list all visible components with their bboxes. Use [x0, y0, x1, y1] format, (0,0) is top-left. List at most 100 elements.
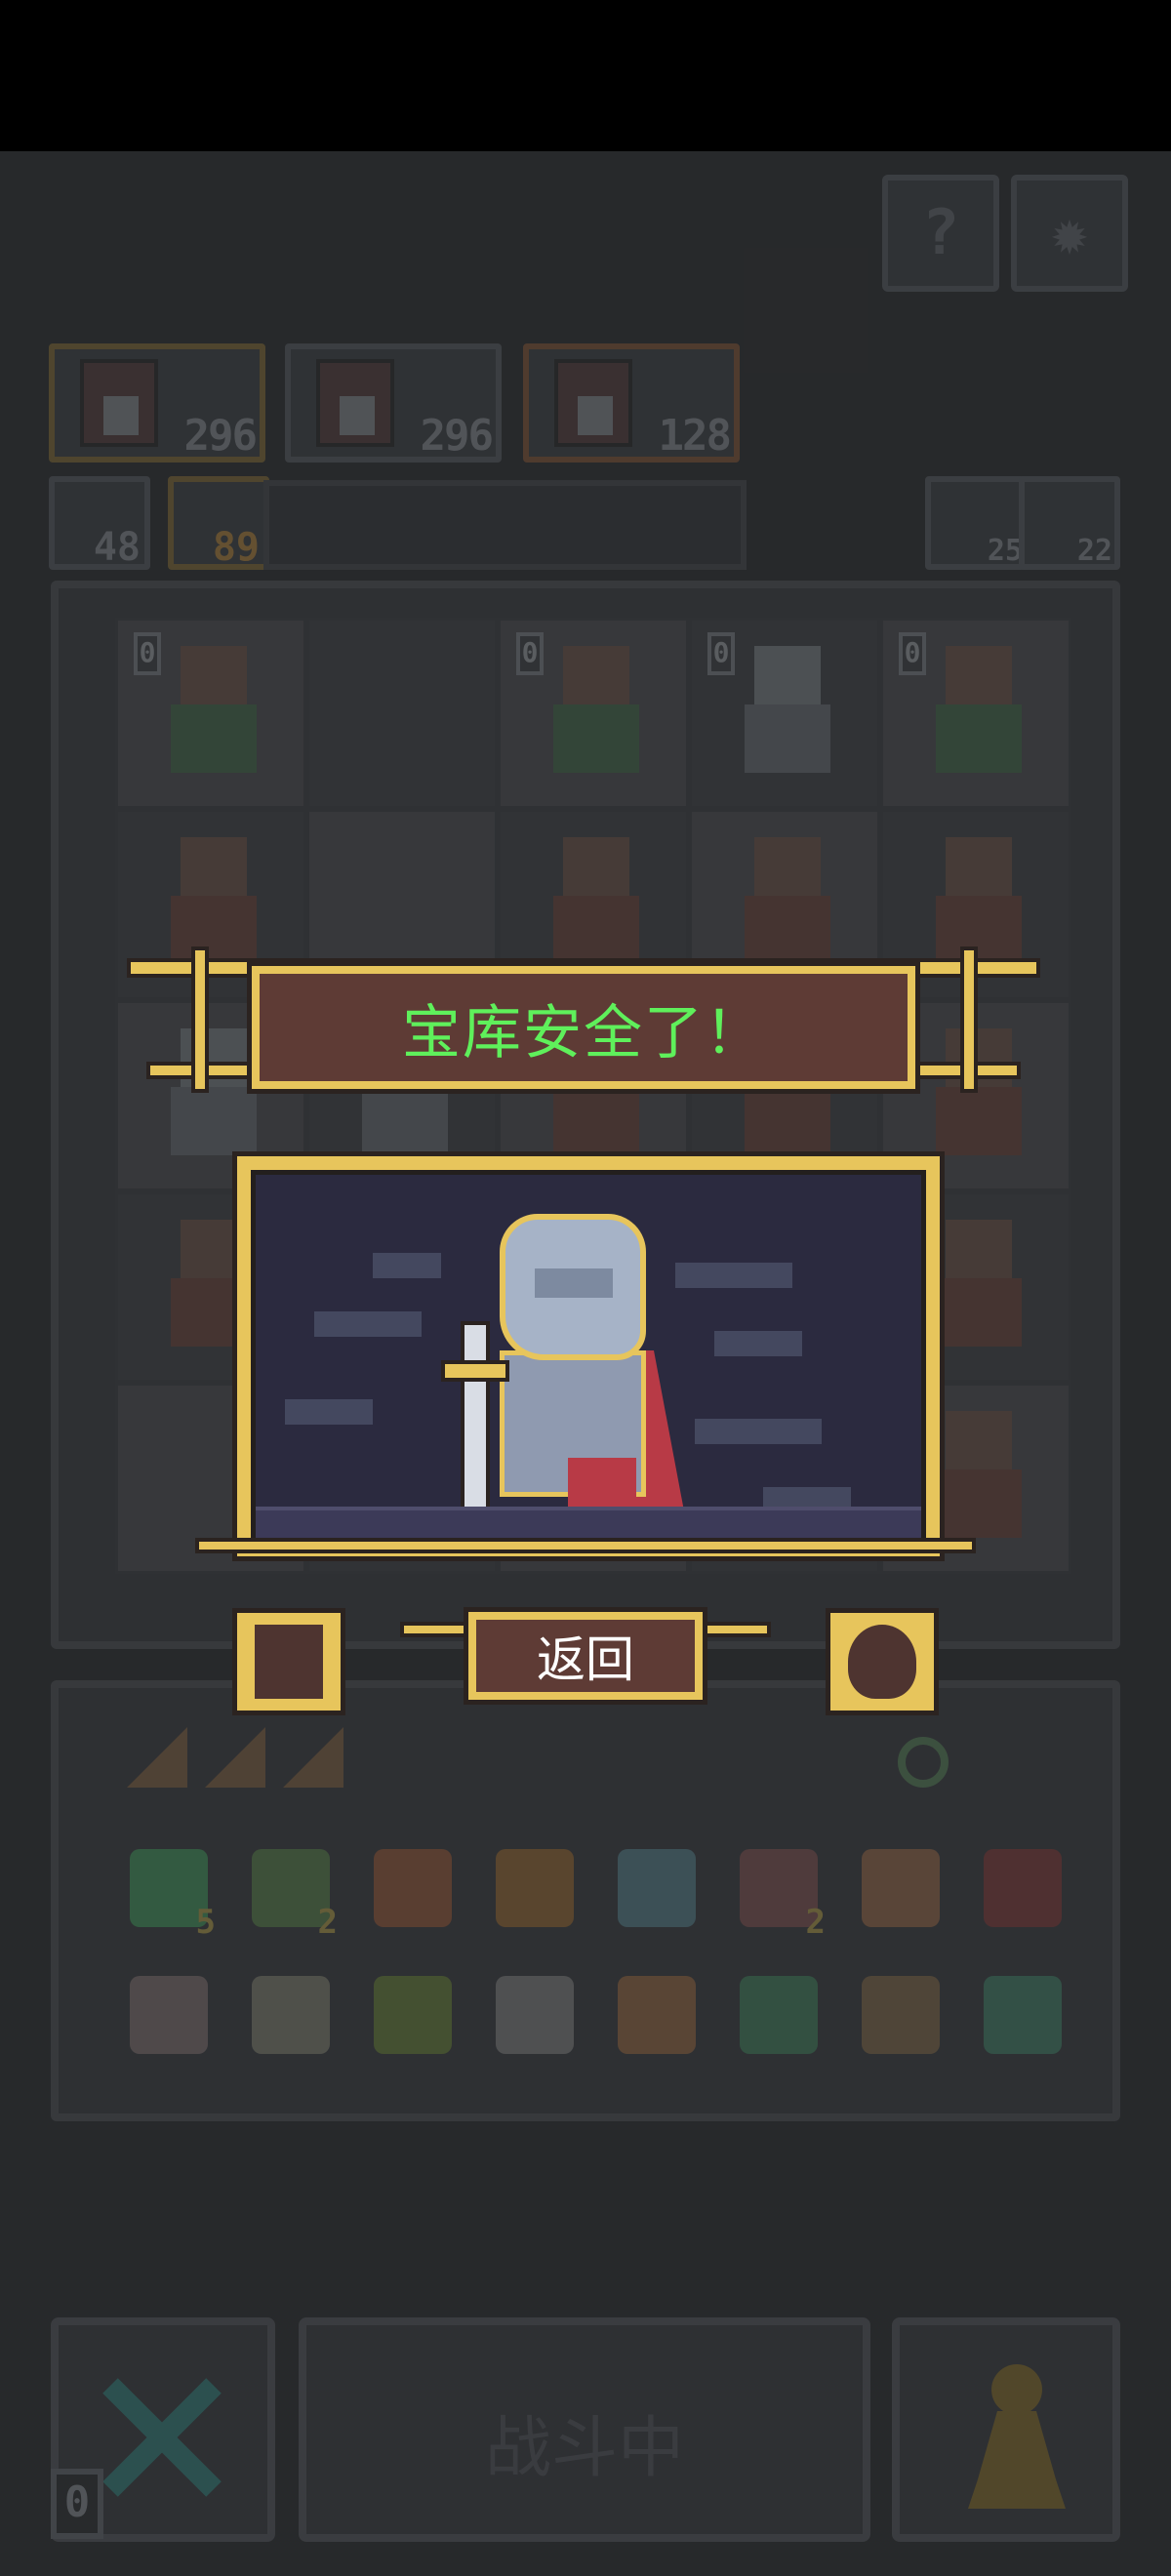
- question-icon: ?: [921, 197, 960, 269]
- unit-level-badge: 0: [707, 632, 735, 675]
- tail-icon: [617, 1976, 696, 2054]
- tray-item[interactable]: [839, 1952, 961, 2078]
- flower-icon: [495, 1849, 574, 1927]
- help-button[interactable]: ?: [882, 175, 999, 292]
- key-resource[interactable]: 48: [49, 476, 150, 570]
- item-count: 2: [805, 1903, 826, 1942]
- pawn-button[interactable]: [892, 2317, 1120, 2542]
- hero-card-1[interactable]: 296: [49, 343, 265, 463]
- potion-icon: [129, 1976, 208, 2054]
- wall-brick: [314, 1311, 422, 1337]
- tray-item[interactable]: 5: [107, 1825, 229, 1952]
- tray-item[interactable]: [595, 1952, 717, 2078]
- tray-header: [88, 1708, 1093, 1795]
- tray-item[interactable]: [107, 1952, 229, 2078]
- unit-icon: [737, 646, 838, 783]
- back-button[interactable]: 返回: [468, 1612, 703, 1700]
- scene-frame: [232, 1151, 945, 1561]
- frame-post-left: [191, 946, 209, 1093]
- key-count: 48: [93, 525, 141, 570]
- unit-icon: [928, 1028, 1030, 1165]
- knight-icon: [422, 1214, 685, 1526]
- knight-scene: [251, 1170, 926, 1543]
- unit-icon: [928, 646, 1030, 783]
- mushroom-icon: [495, 1976, 574, 2054]
- tray-item[interactable]: [473, 1952, 595, 2078]
- shield-icon: [373, 1849, 452, 1927]
- portrait-icon: [617, 1849, 696, 1927]
- close-icon: [98, 2374, 224, 2501]
- inventory-tray: 5 2 2: [51, 1680, 1120, 2121]
- unit-level-badge: 0: [899, 632, 926, 675]
- unit-icon: [928, 837, 1030, 974]
- settings-button[interactable]: ✹: [1011, 175, 1128, 292]
- scroll-icon: [861, 1976, 940, 2054]
- tray-item[interactable]: [961, 1825, 1083, 1952]
- pawn-icon: [958, 2364, 1075, 2511]
- wall-brick: [695, 1419, 822, 1444]
- tray-item[interactable]: [961, 1952, 1083, 2078]
- hero-count: 296: [420, 411, 494, 461]
- board-cell[interactable]: 0: [115, 618, 306, 809]
- board-cell[interactable]: [306, 618, 498, 809]
- undo-button[interactable]: 25: [925, 476, 1030, 570]
- gem-action-button[interactable]: [826, 1608, 939, 1715]
- unit-level-badge: 0: [516, 632, 544, 675]
- units-count: 22: [1076, 534, 1112, 568]
- slot-marker-icon: [205, 1727, 265, 1788]
- hero-count: 296: [183, 411, 258, 461]
- wall-brick: [675, 1263, 792, 1288]
- item-count: 5: [195, 1903, 216, 1942]
- hero-portrait: [316, 359, 394, 447]
- tray-item[interactable]: 2: [717, 1825, 839, 1952]
- tray-item[interactable]: [229, 1952, 351, 2078]
- back-label: 返回: [537, 1631, 634, 1688]
- wall-brick: [285, 1399, 373, 1425]
- claw-icon: [861, 1849, 940, 1927]
- battle-label: 战斗中: [484, 2410, 684, 2487]
- popup-title: 宝库安全了！: [402, 998, 765, 1067]
- title-plate: 宝库安全了！: [252, 966, 915, 1089]
- frame-base: [195, 1538, 976, 1553]
- tray-item[interactable]: [351, 1952, 473, 2078]
- tray-item[interactable]: [595, 1825, 717, 1952]
- counter-badge: 0: [51, 2469, 103, 2539]
- fox-count: 89: [212, 525, 260, 570]
- board-cell[interactable]: 0: [498, 618, 689, 809]
- pawn-icon: [255, 1625, 323, 1699]
- orb-icon: [983, 1976, 1062, 2054]
- hero-portrait: [554, 359, 632, 447]
- wall-brick: [714, 1331, 802, 1356]
- gear-icon: ✹: [1050, 197, 1089, 269]
- tray-item[interactable]: [717, 1952, 839, 2078]
- battle-button[interactable]: 战斗中: [299, 2317, 870, 2542]
- tray-item[interactable]: 2: [229, 1825, 351, 1952]
- unit-icon: [163, 646, 264, 783]
- board-cell[interactable]: 0: [689, 618, 880, 809]
- tray-item[interactable]: [473, 1825, 595, 1952]
- hero-count: 128: [658, 411, 732, 461]
- board-cell[interactable]: 0: [880, 618, 1071, 809]
- undo-count: 25: [987, 534, 1023, 568]
- bowl-icon: [373, 1976, 452, 2054]
- scene-floor: [256, 1507, 921, 1538]
- slot-marker-icon: [127, 1727, 187, 1788]
- fox-resource[interactable]: 89: [168, 476, 269, 570]
- tray-item[interactable]: [351, 1825, 473, 1952]
- pawn-action-button[interactable]: [232, 1608, 345, 1715]
- hero-portrait: [80, 359, 158, 447]
- hero-card-3[interactable]: 128: [523, 343, 740, 463]
- slot-marker-icon: [283, 1727, 343, 1788]
- gem-icon: [848, 1625, 916, 1699]
- hero-card-2[interactable]: 296: [285, 343, 502, 463]
- unit-icon: [545, 837, 647, 974]
- tray-items: 5 2 2: [107, 1825, 1083, 2078]
- gate-icon: [739, 1976, 818, 2054]
- unit-icon: [545, 646, 647, 783]
- chest-icon: [983, 1849, 1062, 1927]
- units-button[interactable]: 22: [1019, 476, 1120, 570]
- tray-item[interactable]: [839, 1825, 961, 1952]
- ring-icon[interactable]: [898, 1737, 949, 1788]
- unit-icon: [163, 837, 264, 974]
- item-count: 2: [317, 1903, 338, 1942]
